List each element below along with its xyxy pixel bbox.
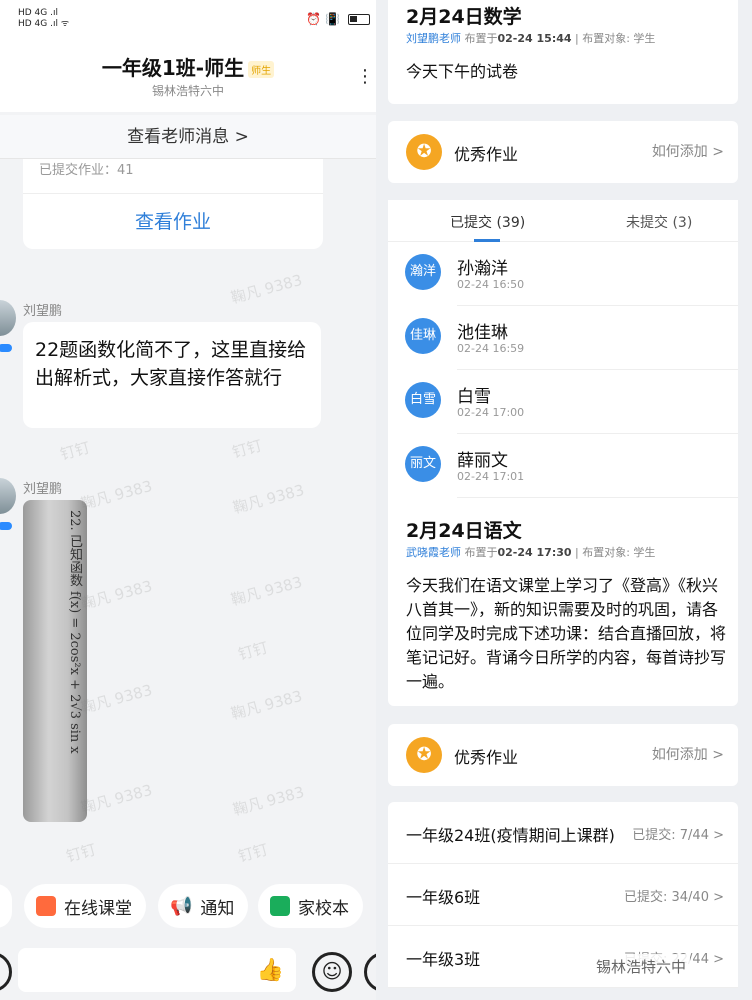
submit-time: 02-24 17:01 bbox=[457, 470, 525, 483]
thumbs-up-icon[interactable]: 👍 bbox=[257, 958, 284, 983]
watermark: 钉钉 bbox=[230, 436, 264, 462]
message-sender: 刘望鹏 bbox=[23, 482, 63, 497]
input-bar: 👍 ☺ bbox=[0, 940, 376, 1000]
student-row[interactable]: 瀚洋 孙瀚洋 02-24 16:50 bbox=[388, 242, 738, 306]
emoji-icon[interactable]: ☺ bbox=[312, 952, 352, 992]
medal-icon: ✪ bbox=[406, 134, 442, 170]
post-title: 2月24日数学 bbox=[406, 6, 522, 28]
homework-post[interactable]: 2月24日数学 刘望鹏老师 布置于02-24 15:44 | 布置对象: 学生 … bbox=[388, 0, 738, 104]
teacher-name[interactable]: 刘望鹏老师 bbox=[406, 32, 461, 45]
image-message-text: 22. 已知函数 f(x) = 2cos²x + 2√3 sin x bbox=[67, 510, 82, 754]
watermark: 鞠凡 9383 bbox=[231, 782, 307, 820]
message-input[interactable]: 👍 bbox=[18, 948, 296, 992]
quick-toolbar: 在线课堂 📢 通知 家校本 bbox=[0, 884, 376, 930]
how-to-add-link[interactable]: 如何添加 > bbox=[652, 744, 724, 764]
chat-header: 一年级1班-师生 师生 锡林浩特六中 ⋮ bbox=[0, 40, 376, 112]
student-name: 薛丽文 bbox=[457, 451, 508, 471]
view-teacher-messages[interactable]: 查看老师消息 > bbox=[0, 115, 376, 159]
message-sender: 刘望鹏 bbox=[23, 304, 63, 319]
megaphone-icon: 📢 bbox=[170, 895, 193, 917]
online-badge bbox=[0, 522, 12, 530]
plus-icon[interactable] bbox=[364, 952, 376, 992]
voice-icon[interactable] bbox=[0, 952, 12, 992]
watermark: 钉钉 bbox=[236, 840, 270, 866]
online-class-icon bbox=[36, 896, 56, 916]
avatar: 丽文 bbox=[405, 446, 441, 482]
excellent-homework-label: 优秀作业 bbox=[454, 748, 519, 767]
homework-submitted-count: 已提交作业：41 bbox=[39, 163, 134, 178]
publisher-watermark: 锡林浩特六中 bbox=[592, 954, 691, 979]
student-name: 池佳琳 bbox=[457, 323, 508, 343]
chat-panel: HD 4G .ıl HD 4G .ıl ᯤ ⏰ 📳 一年级1班-师生 师生 锡林浩… bbox=[0, 0, 376, 1000]
message-bubble[interactable]: 22题函数化简不了，这里直接给出解析式，大家直接作答就行 bbox=[23, 322, 321, 428]
watermark: 鞠凡 9383 bbox=[229, 572, 305, 610]
avatar[interactable] bbox=[0, 300, 16, 336]
online-badge bbox=[0, 344, 12, 352]
online-class-button[interactable]: 在线课堂 bbox=[24, 884, 146, 928]
watermark: 鞠凡 9383 bbox=[229, 270, 305, 308]
chat-title: 一年级1班-师生 师生 bbox=[0, 52, 376, 81]
submit-time: 02-24 17:00 bbox=[457, 406, 525, 419]
medal-icon: ✪ bbox=[406, 737, 442, 773]
home-school-book-icon bbox=[270, 896, 290, 916]
watermark: 鞠凡 9383 bbox=[231, 480, 307, 518]
how-to-add-link[interactable]: 如何添加 > bbox=[652, 141, 724, 161]
homework-detail-panel: 2月24日数学 刘望鹏老师 布置于02-24 15:44 | 布置对象: 学生 … bbox=[376, 0, 752, 1000]
excellent-homework-row[interactable]: ✪ 优秀作业 如何添加 > bbox=[388, 724, 738, 786]
student-row[interactable]: 佳琳 池佳琳 02-24 16:59 bbox=[388, 306, 738, 370]
excellent-homework-row[interactable]: ✪ 优秀作业 如何添加 > bbox=[388, 121, 738, 183]
student-row[interactable]: 白雪 白雪 02-24 17:00 bbox=[388, 370, 738, 434]
alarm-vibrate-icon: ⏰ 📳 bbox=[306, 12, 340, 26]
view-homework-button[interactable]: 查看作业 bbox=[23, 207, 323, 234]
status-bar: HD 4G .ıl HD 4G .ıl ᯤ ⏰ 📳 bbox=[0, 0, 376, 40]
excellent-homework-label: 优秀作业 bbox=[454, 145, 519, 164]
teacher-name[interactable]: 武晓霞老师 bbox=[406, 546, 461, 559]
homework-card[interactable]: 已提交作业：41 查看作业 bbox=[23, 159, 323, 249]
post-body: 今天下午的试卷 bbox=[406, 62, 519, 81]
avatar: 瀚洋 bbox=[405, 254, 441, 290]
class-name: 一年级6班 bbox=[406, 888, 481, 907]
status-icons: ⏰ 📳 bbox=[306, 12, 370, 26]
watermark: 钉钉 bbox=[58, 438, 92, 464]
student-name: 孙瀚洋 bbox=[457, 259, 508, 279]
post-body: 今天我们在语文课堂上学习了《登高》《秋兴八首其一》，新的知识需要及时的巩固，请各… bbox=[406, 576, 727, 691]
image-message[interactable]: 22. 已知函数 f(x) = 2cos²x + 2√3 sin x bbox=[23, 500, 87, 822]
class-row[interactable]: 一年级6班 已提交: 34/40 > bbox=[388, 864, 738, 926]
chat-subtitle: 锡林浩特六中 bbox=[151, 84, 224, 98]
more-icon[interactable]: ⋮ bbox=[356, 66, 374, 87]
group-tag: 师生 bbox=[248, 61, 275, 78]
class-submit-stat: 已提交: 34/40 > bbox=[623, 890, 724, 905]
class-row[interactable]: 一年级24班(疫情期间上课群) 已提交: 7/44 > bbox=[388, 802, 738, 864]
watermark: 鞠凡 9383 bbox=[79, 680, 155, 718]
watermark: 钉钉 bbox=[236, 638, 270, 664]
class-submit-stat: 已提交: 7/44 > bbox=[632, 828, 724, 843]
notice-button[interactable]: 📢 通知 bbox=[158, 884, 249, 928]
submit-time: 02-24 16:50 bbox=[457, 278, 525, 291]
home-school-book-button[interactable]: 家校本 bbox=[258, 884, 363, 928]
watermark: 鞠凡 9383 bbox=[79, 476, 155, 514]
student-row[interactable]: 丽文 薛丽文 02-24 17:01 bbox=[388, 434, 738, 498]
avatar: 佳琳 bbox=[405, 318, 441, 354]
student-name: 白雪 bbox=[457, 387, 491, 407]
tab-unsubmitted[interactable]: 未提交 (3) bbox=[626, 212, 692, 232]
submission-tabs: 已提交 (39) 未提交 (3) bbox=[388, 200, 738, 242]
avatar[interactable] bbox=[0, 478, 16, 514]
divider bbox=[23, 193, 323, 194]
post-meta: 刘望鹏老师 布置于02-24 15:44 | 布置对象: 学生 bbox=[406, 32, 656, 45]
class-name: 一年级24班(疫情期间上课群) bbox=[406, 826, 615, 845]
tab-submitted[interactable]: 已提交 (39) bbox=[450, 212, 525, 232]
watermark: 鞠凡 9383 bbox=[79, 576, 155, 614]
battery-icon bbox=[348, 13, 370, 25]
post-title: 2月24日语文 bbox=[406, 520, 522, 542]
signal-indicators: HD 4G .ıl HD 4G .ıl ᯤ bbox=[18, 8, 70, 29]
avatar: 白雪 bbox=[405, 382, 441, 418]
watermark: 鞠凡 9383 bbox=[229, 686, 305, 724]
post-meta: 武晓霞老师 布置于02-24 17:30 | 布置对象: 学生 bbox=[406, 546, 656, 559]
watermark: 鞠凡 9383 bbox=[79, 780, 155, 818]
homework-post[interactable]: 2月24日语文 武晓霞老师 布置于02-24 17:30 | 布置对象: 学生 … bbox=[388, 498, 738, 706]
toolbar-overflow-button[interactable] bbox=[0, 884, 12, 928]
class-name: 一年级3班 bbox=[406, 950, 481, 969]
watermark: 钉钉 bbox=[64, 840, 98, 866]
submit-time: 02-24 16:59 bbox=[457, 342, 525, 355]
